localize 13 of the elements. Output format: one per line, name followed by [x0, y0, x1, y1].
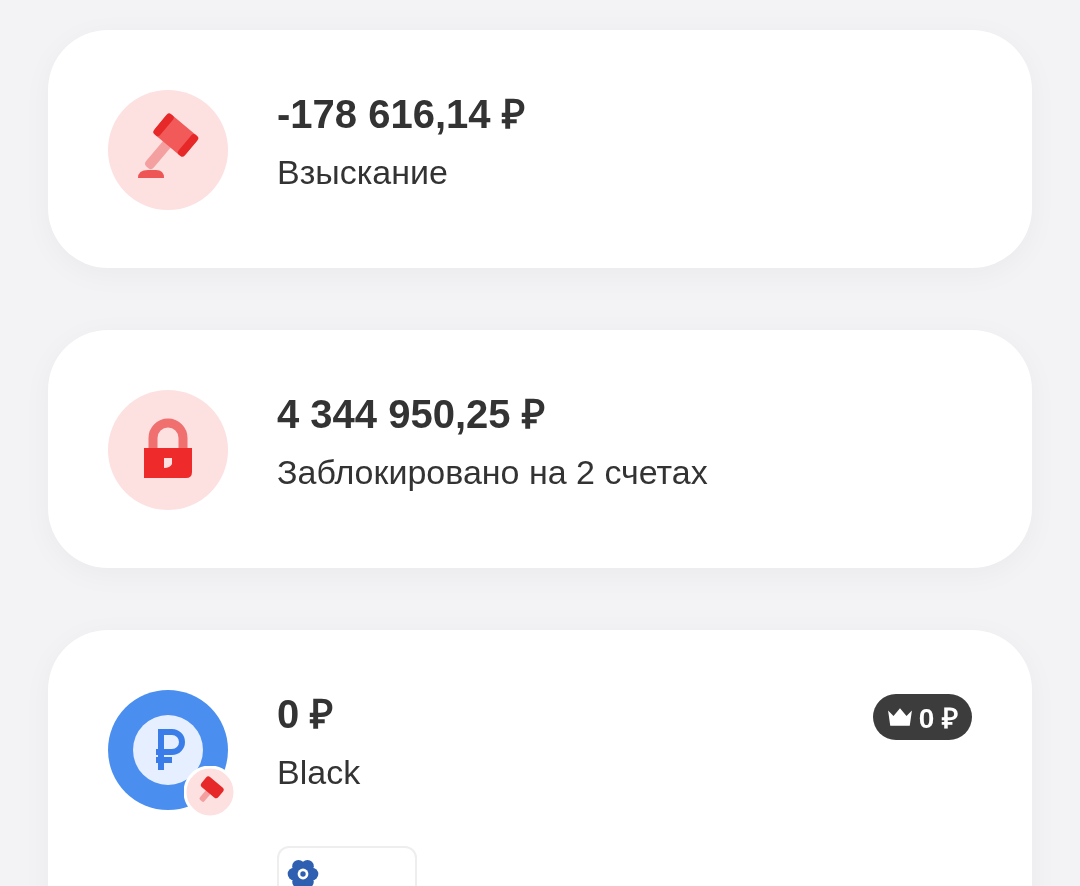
- badge-amount: 0 ₽: [918, 702, 958, 736]
- account-card[interactable]: 4 344 950,25 ₽ Заблокировано на 2 счетах: [48, 330, 1032, 568]
- balance-amount: 4 344 950,25 ₽: [277, 391, 546, 438]
- balance-label: Black: [277, 752, 362, 793]
- balance-label: Взыскание: [277, 152, 449, 193]
- balance-amount: 0 ₽: [277, 691, 335, 738]
- account-card[interactable]: -178 616,14 ₽ Взыскание: [48, 30, 1032, 268]
- balance-amount: -178 616,14 ₽: [277, 91, 526, 138]
- crown-icon: [886, 707, 913, 727]
- account-card[interactable]: 0 ₽ Black 0 ₽: [48, 630, 1032, 886]
- gavel-icon: [108, 90, 228, 210]
- lock-icon: [108, 390, 228, 510]
- balance-label: Заблокировано на 2 счетах: [277, 452, 709, 493]
